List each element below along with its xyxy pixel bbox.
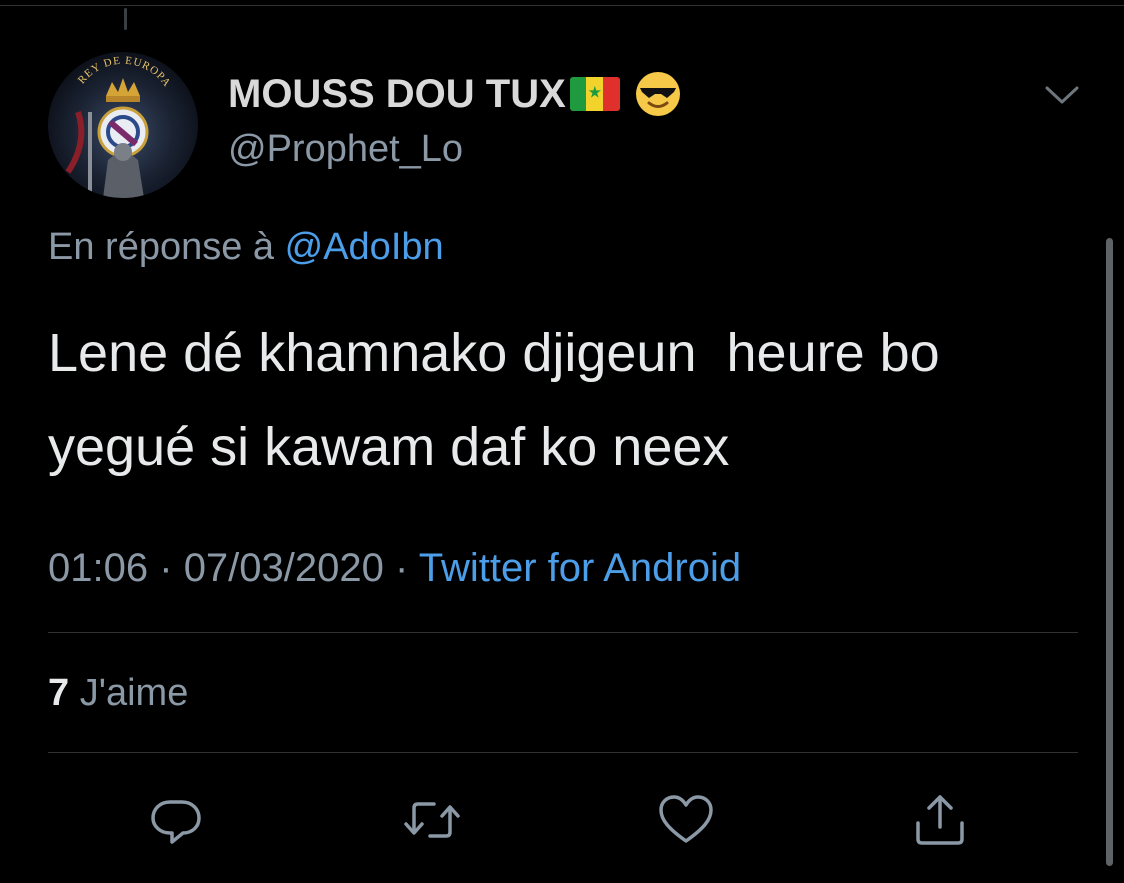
reply-bubble-icon bbox=[151, 800, 201, 844]
reply-prefix: En réponse à bbox=[48, 226, 275, 268]
reply-button[interactable] bbox=[146, 790, 206, 850]
likes-stat[interactable]: 7 J'aime bbox=[48, 672, 188, 715]
retweet-button[interactable] bbox=[402, 790, 462, 850]
meta-separator: · bbox=[395, 546, 409, 590]
tweet-source-link[interactable]: Twitter for Android bbox=[419, 546, 741, 590]
top-divider bbox=[0, 5, 1124, 6]
divider bbox=[48, 632, 1078, 633]
display-name-row[interactable]: MOUSS DOU TUX ★ bbox=[228, 70, 682, 118]
chevron-down-icon[interactable] bbox=[1044, 82, 1080, 108]
avatar[interactable]: REY DE EUROPA bbox=[48, 52, 198, 198]
display-name[interactable]: MOUSS DOU TUX bbox=[228, 72, 566, 117]
share-icon bbox=[916, 795, 964, 845]
like-button[interactable] bbox=[656, 790, 716, 850]
user-handle[interactable]: @Prophet_Lo bbox=[228, 128, 463, 171]
likes-count: 7 bbox=[48, 672, 70, 714]
thread-connector-line bbox=[124, 8, 127, 30]
share-button[interactable] bbox=[910, 790, 970, 850]
reply-mention-link[interactable]: @AdoIbn bbox=[285, 226, 444, 268]
sunglasses-emoji-icon bbox=[634, 70, 682, 118]
likes-label: J'aime bbox=[79, 672, 189, 714]
heart-icon bbox=[659, 795, 713, 843]
reply-context: En réponse à @AdoIbn bbox=[48, 226, 444, 269]
divider bbox=[48, 752, 1078, 753]
tweet-time: 01:06 bbox=[48, 546, 149, 590]
meta-separator: · bbox=[159, 546, 173, 590]
tweet-metadata: 01:06 · 07/03/2020 · Twitter for Android bbox=[48, 546, 741, 591]
tweet-date: 07/03/2020 bbox=[183, 546, 384, 590]
retweet-icon bbox=[404, 802, 460, 838]
tweet-text: Lene dé khamnako djigeun heure bo yegué … bbox=[48, 323, 940, 477]
senegal-flag-icon: ★ bbox=[569, 77, 620, 111]
scrollbar[interactable] bbox=[1106, 238, 1113, 866]
